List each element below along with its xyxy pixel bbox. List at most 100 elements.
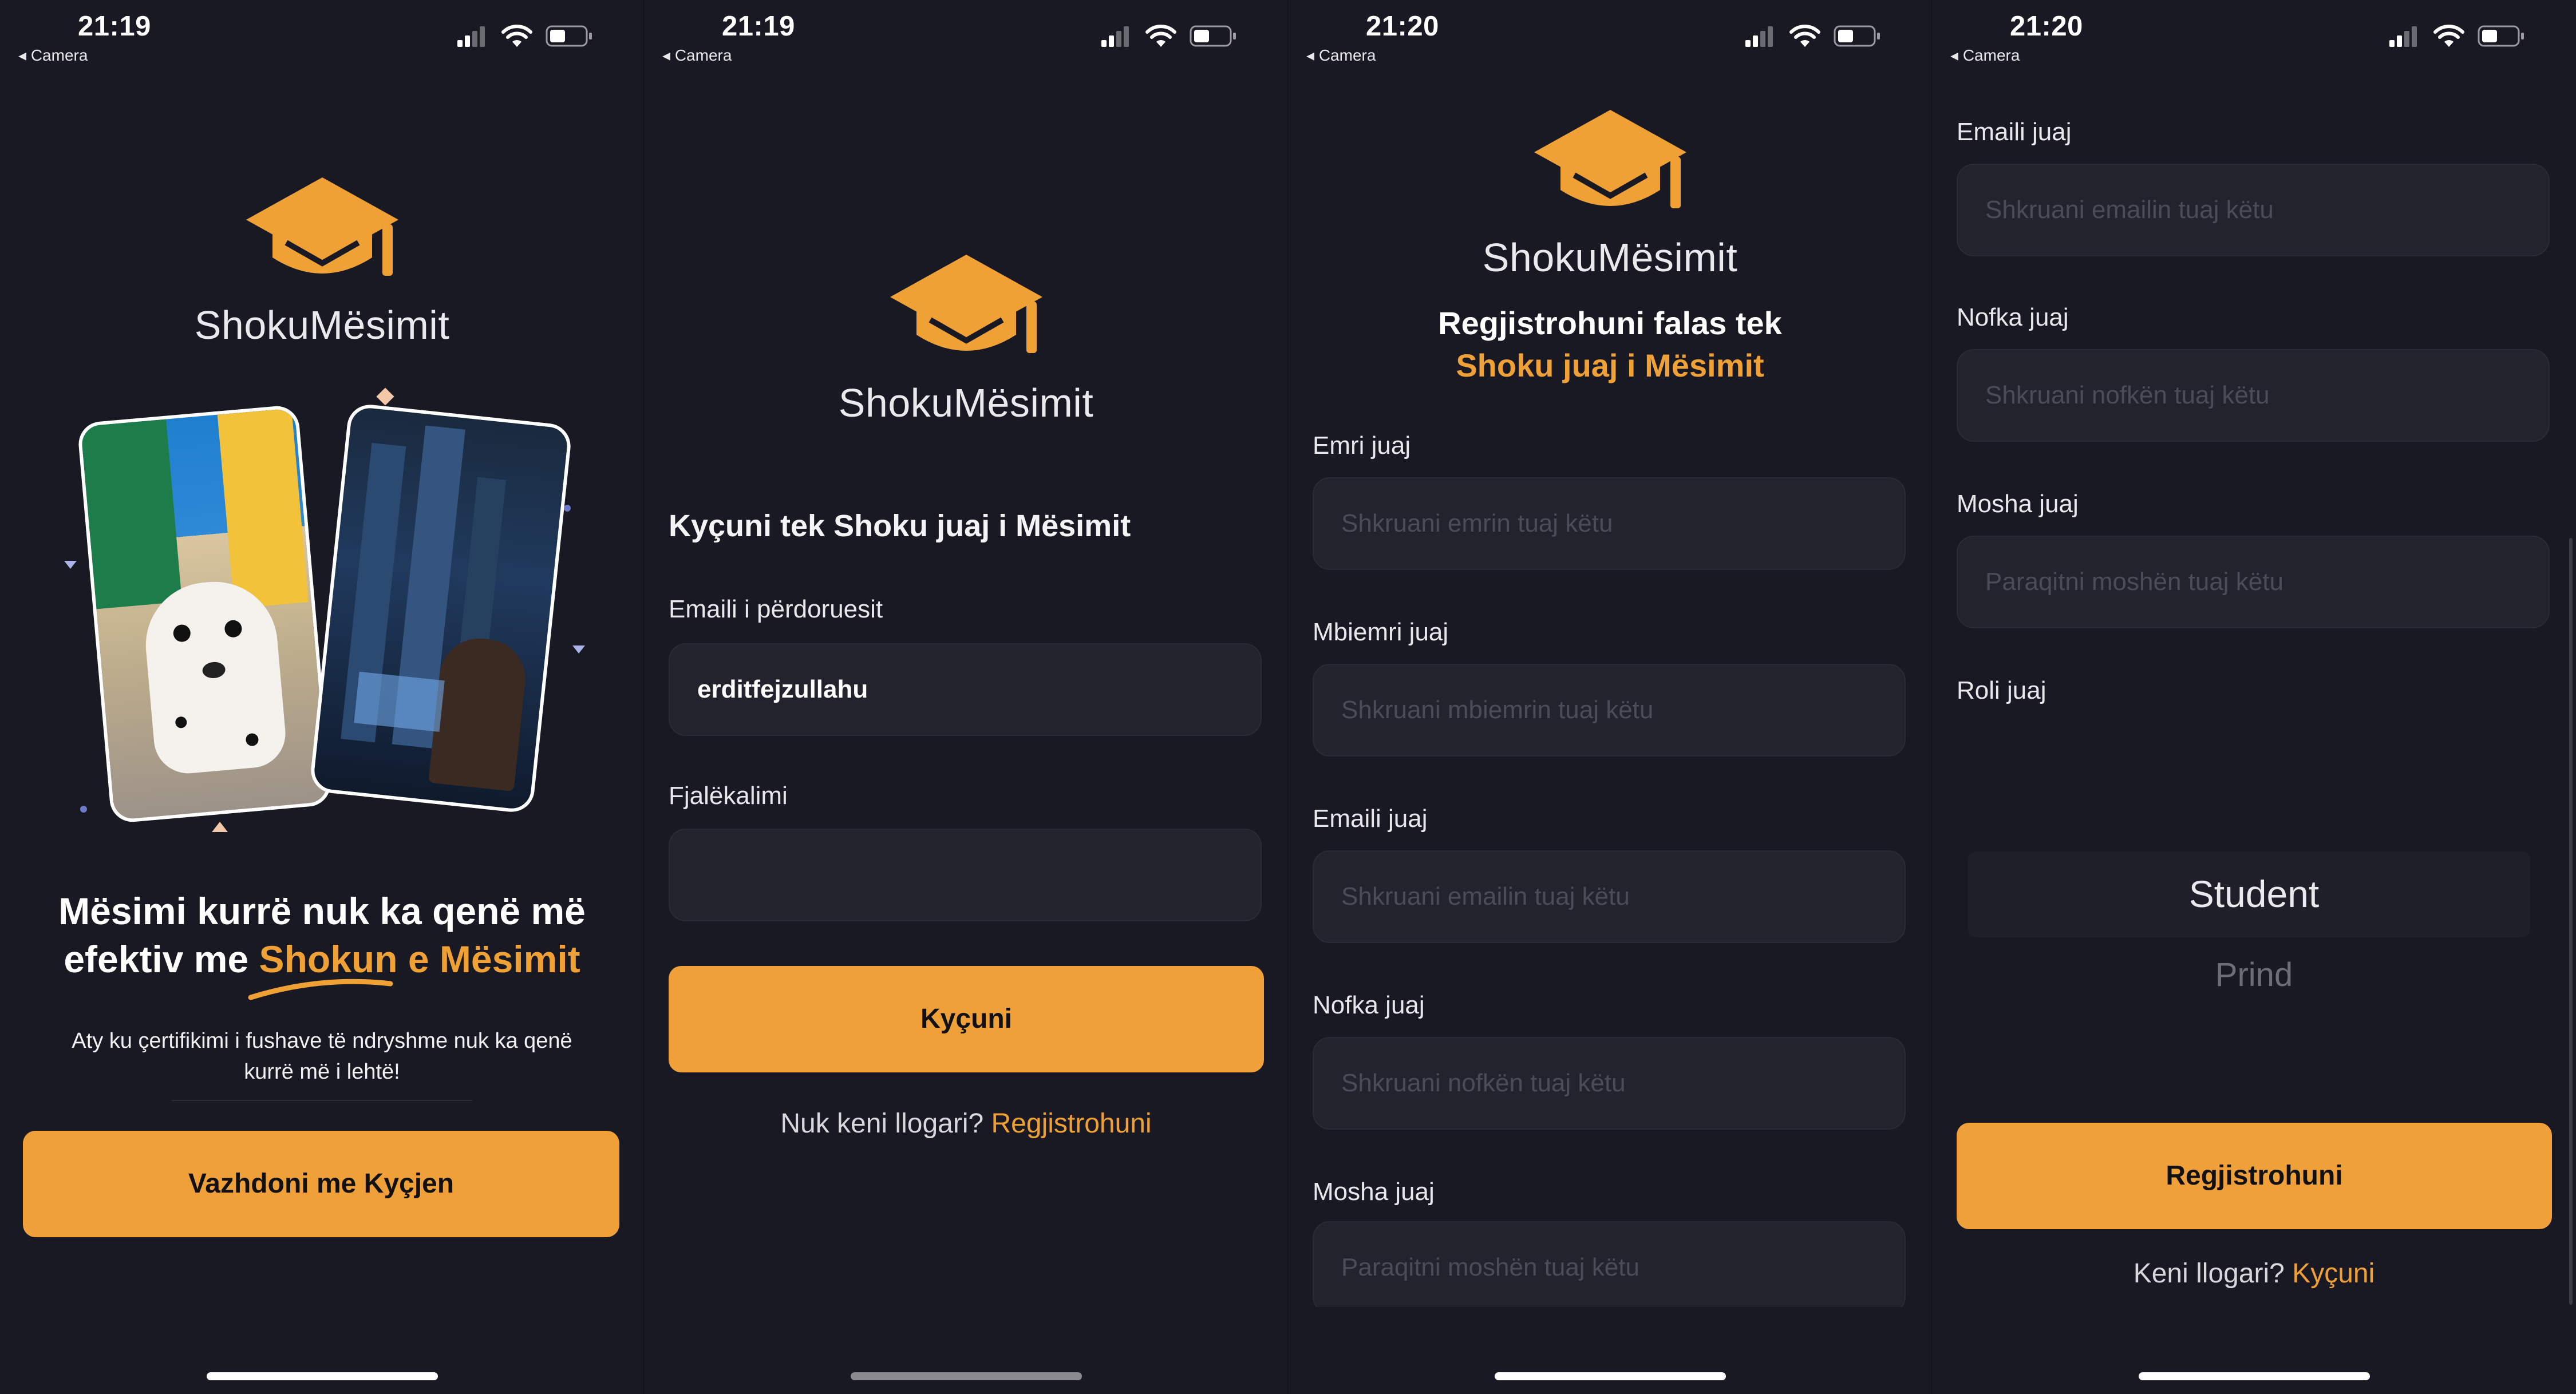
battery-icon [2478,25,2524,47]
role-option-parent[interactable]: Prind [1932,956,2576,994]
home-indicator[interactable] [1494,1372,1726,1380]
nickname-label: Nofka juaj [1957,303,2069,331]
register-footer-text: Keni llogari? [2133,1258,2285,1289]
divider [172,1100,472,1101]
back-to-camera-link[interactable]: ◂ Camera [1306,46,1376,65]
status-time: 21:20 [2010,11,2083,42]
email-placeholder: Shkruani emailin tuaj këtu [1341,882,1630,910]
welcome-screen: 21:19 ◂ Camera ShokuMësimit Mësimi kurrë… [0,0,644,1394]
register-title-line1: Regjistrohuni falas tek [1438,305,1782,341]
welcome-subtitle: Aty ku çertifikimi i fushave të ndryshme… [0,1025,644,1087]
status-icons [455,23,598,49]
home-indicator[interactable] [206,1372,438,1380]
age-field[interactable]: Paraqitni moshën tuaj këtu [1313,1221,1906,1307]
nickname-placeholder: Shkruani nofkën tuaj këtu [1341,1069,1626,1097]
scrollbar[interactable] [2569,538,2573,1305]
email-placeholder: Shkruani emailin tuaj këtu [1985,196,2274,224]
welcome-title-line1: Mësimi kurrë nuk ka qenë më [58,890,586,932]
password-label: Fjalëkalimi [669,782,788,810]
login-heading: Kyçuni tek Shoku juaj i Mësimit [669,509,1131,543]
register-link[interactable]: Regjistrohuni [991,1108,1152,1139]
futuristic-city-card [309,402,573,814]
wifi-icon [2433,25,2464,47]
back-to-camera-link[interactable]: ◂ Camera [1950,46,2020,65]
underline-swoosh-icon [248,979,393,1000]
login-footer: Nuk keni llogari? Regjistrohuni [644,1108,1288,1139]
decor-diamond-icon [376,387,394,406]
status-time: 21:20 [1366,11,1439,42]
email-label: Emaili juaj [1313,805,1428,833]
age-placeholder: Paraqitni moshën tuaj këtu [1985,568,2283,596]
login-submit-button[interactable]: Kyçuni [669,966,1264,1072]
dalmatian-photo-card [77,404,333,824]
register-screen-scrolled: 21:20 ◂ Camera Emaili juaj Shkruani emai… [1932,0,2576,1394]
status-time: 21:19 [722,11,795,42]
email-label: Emaili juaj [1957,118,2072,146]
welcome-subtitle-line1: Aty ku çertifikimi i fushave të ndryshme… [72,1029,572,1053]
first-name-placeholder: Shkruani emrin tuaj këtu [1341,509,1613,537]
nickname-label: Nofka juaj [1313,991,1425,1019]
battery-icon [546,25,592,47]
nickname-field[interactable]: Shkruani nofkën tuaj këtu [1957,349,2550,442]
email-field[interactable]: Shkruani emailin tuaj këtu [1313,850,1906,943]
wifi-icon [501,25,532,47]
brand-name: ShokuMësimit [838,381,1094,425]
last-name-field[interactable]: Shkruani mbiemrin tuaj këtu [1313,664,1906,757]
first-name-label: Emri juaj [1313,431,1411,460]
age-field[interactable]: Paraqitni moshën tuaj këtu [1957,536,2550,628]
nickname-field[interactable]: Shkruani nofkën tuaj këtu [1313,1037,1906,1130]
username-field[interactable]: erditfejzullahu [669,643,1262,736]
first-name-field[interactable]: Shkruani emrin tuaj këtu [1313,477,1906,570]
wifi-icon [1789,25,1820,47]
decor-triangle-icon [64,561,77,569]
register-submit-button[interactable]: Regjistrohuni [1957,1123,2552,1229]
home-indicator[interactable] [2138,1372,2370,1380]
battery-icon [1834,25,1880,47]
brand-name: ShokuMësimit [194,303,450,347]
graduation-cap-logo-icon [246,177,398,276]
welcome-subtitle-line2: kurrë më i lehtë! [244,1060,400,1084]
wifi-icon [1145,25,1176,47]
password-field[interactable] [669,829,1262,921]
register-footer: Keni llogari? Kyçuni [1932,1258,2576,1289]
welcome-title: Mësimi kurrë nuk ka qenë më efektiv me S… [0,887,644,983]
back-to-camera-link[interactable]: ◂ Camera [18,46,88,65]
login-footer-text: Nuk keni llogari? [780,1108,984,1139]
nickname-placeholder: Shkruani nofkën tuaj këtu [1985,381,2270,409]
login-link[interactable]: Kyçuni [2292,1258,2374,1289]
age-field-clip: Paraqitni moshën tuaj këtu [1313,1221,1908,1307]
email-field[interactable]: Shkruani emailin tuaj këtu [1957,164,2550,256]
continue-to-login-button[interactable]: Vazhdoni me Kyçjen [23,1131,619,1237]
welcome-title-prefix: efektiv me [64,938,249,980]
welcome-title-highlight: Shokun e Mësimit [259,938,580,980]
login-screen: 21:19 ◂ Camera ShokuMësimit Kyçuni tek S… [644,0,1288,1394]
register-title: Regjistrohuni falas tek Shoku juaj i Mës… [1288,302,1932,387]
role-label: Roli juaj [1957,676,2046,704]
age-placeholder: Paraqitni moshën tuaj këtu [1341,1253,1639,1281]
signal-icon [2389,26,2417,47]
age-label: Mosha juaj [1313,1178,1435,1206]
home-indicator[interactable] [850,1372,1082,1380]
back-to-camera-link[interactable]: ◂ Camera [662,46,732,65]
role-option-student[interactable]: Student [1932,872,2576,916]
status-icons [2387,23,2530,49]
register-title-line2: Shoku juaj i Mësimit [1456,347,1764,383]
signal-icon [1745,26,1773,47]
age-label: Mosha juaj [1957,490,2079,518]
status-icons [1743,23,1886,49]
last-name-label: Mbiemri juaj [1313,618,1449,646]
decor-dot-icon [564,505,571,512]
signal-icon [1101,26,1129,47]
status-icons [1099,23,1242,49]
decor-triangle-icon [212,822,228,832]
last-name-placeholder: Shkruani mbiemrin tuaj këtu [1341,696,1654,724]
decor-dot-icon [80,806,87,813]
decor-triangle-icon [572,645,585,654]
graduation-cap-logo-icon [1534,110,1686,208]
signal-icon [457,26,485,47]
username-label: Emaili i përdoruesit [669,595,883,623]
brand-name: ShokuMësimit [1482,235,1738,280]
register-screen: 21:20 ◂ Camera ShokuMësimit Regjistrohun… [1288,0,1932,1394]
battery-icon [1190,25,1236,47]
status-time: 21:19 [78,11,151,42]
